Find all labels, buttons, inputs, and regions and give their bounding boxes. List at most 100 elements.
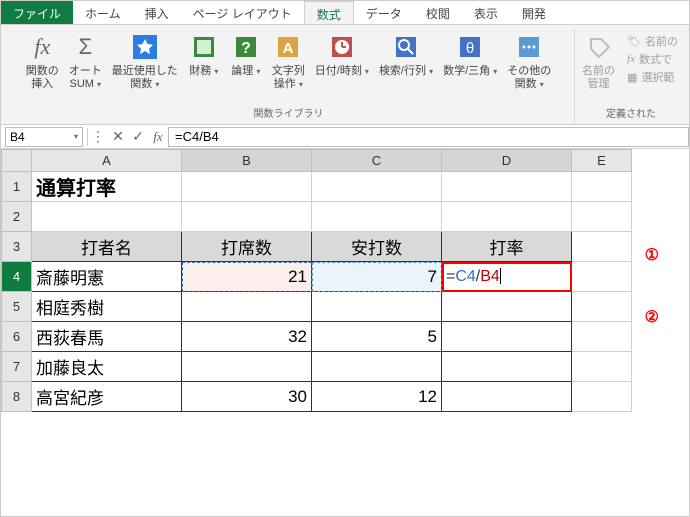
enter-button[interactable]: ✓	[128, 127, 148, 147]
datetime-button[interactable]: 日付/時刻 ▾	[311, 29, 373, 93]
cell-d1[interactable]	[442, 172, 572, 202]
insert-function-button[interactable]: fx 関数の 挿入	[22, 29, 63, 93]
name-manager-button[interactable]: 名前の 管理	[578, 29, 619, 93]
book-text-icon: A	[272, 31, 304, 63]
cell-b2[interactable]	[182, 202, 312, 232]
cell-c6[interactable]: 5	[312, 322, 442, 352]
cell-e3[interactable]	[572, 232, 632, 262]
cell-e4[interactable]	[572, 262, 632, 292]
col-header-d[interactable]: D	[442, 150, 572, 172]
cell-b4[interactable]: 21	[182, 262, 312, 292]
cell-c5[interactable]	[312, 292, 442, 322]
recent-functions-button[interactable]: 最近使用した 関数 ▾	[108, 29, 182, 93]
cell-e7[interactable]	[572, 352, 632, 382]
cell-b5[interactable]	[182, 292, 312, 322]
book-dots-icon	[513, 31, 545, 63]
cell-e5[interactable]	[572, 292, 632, 322]
cell-a3[interactable]: 打者名	[32, 232, 182, 262]
row-header-7[interactable]: 7	[2, 352, 32, 382]
col-header-b[interactable]: B	[182, 150, 312, 172]
cell-c4[interactable]: 7	[312, 262, 442, 292]
tab-page-layout[interactable]: ページ レイアウト	[181, 1, 304, 24]
cell-c2[interactable]	[312, 202, 442, 232]
lookup-button[interactable]: 検索/行列 ▾	[375, 29, 437, 93]
cell-a6[interactable]: 西荻春馬	[32, 322, 182, 352]
formula-bar: B4▾ ⋮ ✕ ✓ fx =C4/B4	[1, 125, 689, 149]
ribbon: fx 関数の 挿入 Σ オート SUM ▾ 最近使用した 関数 ▾ 財務 ▾ ?…	[1, 25, 689, 125]
row-header-1[interactable]: 1	[2, 172, 32, 202]
cell-d4-editing[interactable]: =C4/B4	[442, 262, 572, 292]
row-header-8[interactable]: 8	[2, 382, 32, 412]
define-name-button[interactable]: 🏷名前の	[627, 33, 678, 49]
cell-d8[interactable]	[442, 382, 572, 412]
row-header-6[interactable]: 6	[2, 322, 32, 352]
cell-b8[interactable]: 30	[182, 382, 312, 412]
tab-formulas[interactable]: 数式	[304, 1, 354, 24]
callout-1: ①	[645, 245, 659, 265]
name-box[interactable]: B4▾	[5, 127, 83, 147]
tab-developer[interactable]: 開発	[510, 1, 558, 24]
cell-a5[interactable]: 相庭秀樹	[32, 292, 182, 322]
cell-a7[interactable]: 加藤良太	[32, 352, 182, 382]
cell-b3[interactable]: 打席数	[182, 232, 312, 262]
use-in-formula-button[interactable]: fx数式で	[627, 51, 678, 67]
cell-a4[interactable]: 斎藤明憲	[32, 262, 182, 292]
cell-d3[interactable]: 打率	[442, 232, 572, 262]
row-header-3[interactable]: 3	[2, 232, 32, 262]
row-header-2[interactable]: 2	[2, 202, 32, 232]
cell-c1[interactable]	[312, 172, 442, 202]
clock-icon	[326, 31, 358, 63]
col-header-a[interactable]: A	[32, 150, 182, 172]
svg-text:?: ?	[241, 40, 251, 57]
theta-icon: θ	[454, 31, 486, 63]
cell-a2[interactable]	[32, 202, 182, 232]
more-functions-button[interactable]: その他の 関数 ▾	[503, 29, 555, 93]
cell-e2[interactable]	[572, 202, 632, 232]
tab-home[interactable]: ホーム	[73, 1, 133, 24]
callout-2: ②	[645, 307, 659, 327]
ribbon-tabs: ファイル ホーム 挿入 ページ レイアウト 数式 データ 校閲 表示 開発	[1, 1, 689, 25]
row-header-4[interactable]: 4	[2, 262, 32, 292]
select-all-corner[interactable]	[2, 150, 32, 172]
col-header-c[interactable]: C	[312, 150, 442, 172]
cell-a8[interactable]: 高宮紀彦	[32, 382, 182, 412]
formula-input[interactable]: =C4/B4	[168, 127, 689, 147]
lookup-icon	[390, 31, 422, 63]
tag-icon	[583, 31, 615, 63]
financial-button[interactable]: 財務 ▾	[184, 29, 224, 93]
tab-insert[interactable]: 挿入	[133, 1, 181, 24]
cell-b7[interactable]	[182, 352, 312, 382]
math-button[interactable]: θ 数学/三角 ▾	[439, 29, 501, 93]
cell-c8[interactable]: 12	[312, 382, 442, 412]
sigma-icon: Σ	[69, 31, 101, 63]
row-header-5[interactable]: 5	[2, 292, 32, 322]
options-button[interactable]: ⋮	[88, 127, 108, 147]
cell-c7[interactable]	[312, 352, 442, 382]
svg-text:A: A	[283, 40, 294, 57]
col-header-e[interactable]: E	[572, 150, 632, 172]
book-money-icon	[188, 31, 220, 63]
fx-button[interactable]: fx	[148, 127, 168, 147]
cell-e6[interactable]	[572, 322, 632, 352]
ribbon-group-label-2: 定義された	[578, 103, 684, 124]
tab-file[interactable]: ファイル	[1, 1, 73, 24]
cell-b6[interactable]: 32	[182, 322, 312, 352]
cell-e1[interactable]	[572, 172, 632, 202]
cell-d7[interactable]	[442, 352, 572, 382]
worksheet-grid: A B C D E 1 通算打率 2 3 打者名 打席数 安打数 打率 4 斎藤…	[1, 149, 689, 412]
tab-review[interactable]: 校閲	[414, 1, 462, 24]
cell-d6[interactable]	[442, 322, 572, 352]
text-button[interactable]: A 文字列 操作 ▾	[268, 29, 309, 93]
create-from-selection-button[interactable]: ▦選択範	[627, 69, 678, 85]
tab-data[interactable]: データ	[354, 1, 414, 24]
autosum-button[interactable]: Σ オート SUM ▾	[65, 29, 106, 93]
cell-c3[interactable]: 安打数	[312, 232, 442, 262]
cell-d5[interactable]	[442, 292, 572, 322]
tab-view[interactable]: 表示	[462, 1, 510, 24]
cell-e8[interactable]	[572, 382, 632, 412]
cell-a1[interactable]: 通算打率	[32, 172, 182, 202]
cancel-button[interactable]: ✕	[108, 127, 128, 147]
logical-button[interactable]: ? 論理 ▾	[226, 29, 266, 93]
cell-b1[interactable]	[182, 172, 312, 202]
cell-d2[interactable]	[442, 202, 572, 232]
